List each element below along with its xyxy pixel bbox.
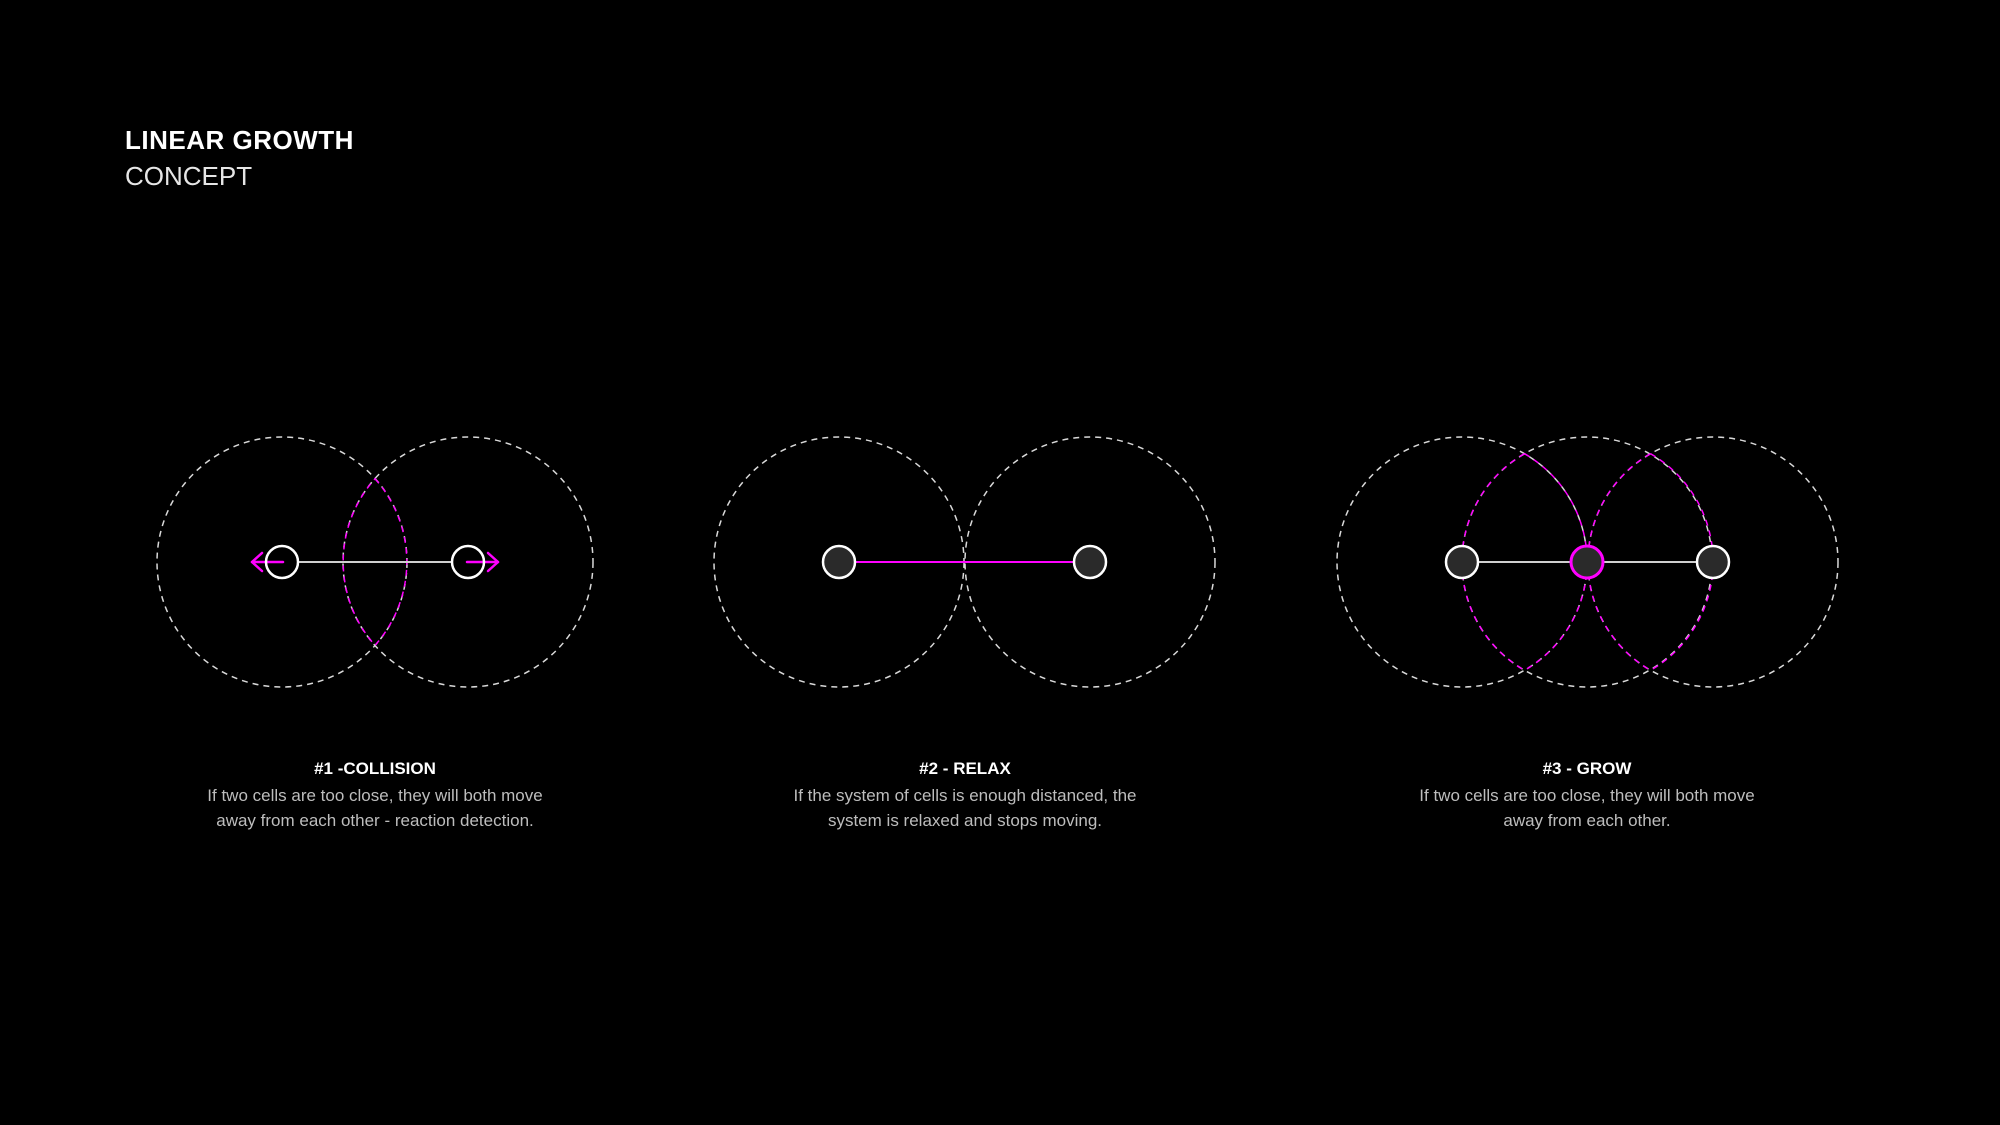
cell-left: [821, 544, 857, 580]
caption-text: If the system of cells is enough distanc…: [755, 783, 1175, 833]
panel-collision-diagram: [156, 436, 594, 688]
caption-line: If two cells are too close, they will bo…: [207, 786, 543, 805]
caption-grow: #3 - GROW If two cells are too close, th…: [1377, 757, 1797, 833]
cell-left: [1444, 544, 1480, 580]
caption-collision: #1 -COLLISION If two cells are too close…: [165, 757, 585, 833]
cell-new: [1569, 544, 1605, 580]
caption-text: If two cells are too close, they will bo…: [1377, 783, 1797, 833]
caption-line: If two cells are too close, they will bo…: [1419, 786, 1755, 805]
caption-relax: #2 - RELAX If the system of cells is eno…: [755, 757, 1175, 833]
growth-diagram: [156, 436, 1839, 688]
caption-line: system is relaxed and stops moving.: [827, 811, 1102, 830]
cell-right: [1072, 544, 1108, 580]
caption-line: away from each other.: [1503, 811, 1671, 830]
caption-title: #1 -COLLISION: [314, 759, 436, 778]
panel-grow-diagram: [1336, 436, 1839, 688]
panel-relax-diagram: [713, 436, 1216, 688]
caption-line: If the system of cells is enough distanc…: [793, 786, 1137, 805]
caption-line: away from each other - reaction detectio…: [216, 811, 534, 830]
caption-title: #2 - RELAX: [919, 759, 1011, 778]
caption-title: #3 - GROW: [1542, 759, 1632, 778]
cell-right: [1695, 544, 1731, 580]
caption-text: If two cells are too close, they will bo…: [165, 783, 585, 833]
